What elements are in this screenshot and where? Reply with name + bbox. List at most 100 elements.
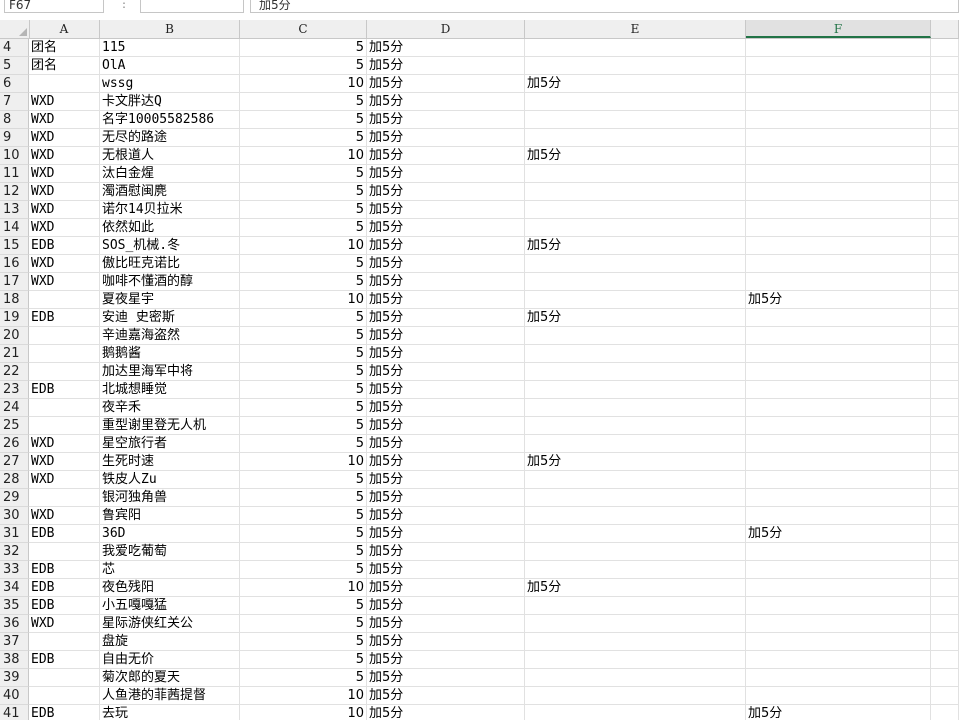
cell-c[interactable]: 5 [240,417,367,435]
cell-e[interactable] [525,327,746,345]
cell-a[interactable] [29,417,100,435]
cell-g[interactable] [931,93,959,111]
cell-d[interactable]: 加5分 [367,93,525,111]
cell-g[interactable] [931,543,959,561]
cell-e[interactable] [525,507,746,525]
cell-f[interactable] [746,435,931,453]
row-header[interactable]: 21 [0,345,29,363]
cell-e[interactable] [525,561,746,579]
cell-c[interactable]: 10 [240,705,367,720]
cell-f[interactable]: 加5分 [746,705,931,720]
cell-b[interactable]: 生死时速 [100,453,240,471]
row-header[interactable]: 22 [0,363,29,381]
cell-g[interactable] [931,633,959,651]
cell-c[interactable]: 10 [240,453,367,471]
cell-g[interactable] [931,507,959,525]
cell-e[interactable] [525,273,746,291]
cell-g[interactable] [931,219,959,237]
cell-f[interactable] [746,57,931,75]
column-header-c[interactable]: C [240,20,367,38]
row-header[interactable]: 34 [0,579,29,597]
cell-f[interactable] [746,471,931,489]
cell-b[interactable]: 铁皮人Zu [100,471,240,489]
cell-g[interactable] [931,453,959,471]
cell-c[interactable]: 10 [240,687,367,705]
cell-d[interactable]: 加5分 [367,237,525,255]
cell-c[interactable]: 5 [240,39,367,57]
cell-d[interactable]: 加5分 [367,183,525,201]
cell-a[interactable]: WXD [29,615,100,633]
cell-e[interactable] [525,345,746,363]
cell-d[interactable]: 加5分 [367,201,525,219]
cell-a[interactable]: EDB [29,597,100,615]
cell-c[interactable]: 10 [240,75,367,93]
cell-g[interactable] [931,165,959,183]
cell-e[interactable] [525,417,746,435]
cell-c[interactable]: 5 [240,165,367,183]
cell-c[interactable]: 5 [240,183,367,201]
column-header-a[interactable]: A [29,20,100,38]
cell-e[interactable] [525,111,746,129]
cell-g[interactable] [931,471,959,489]
cell-g[interactable] [931,435,959,453]
cell-b[interactable]: 夜色残阳 [100,579,240,597]
cell-b[interactable]: 傲比旺克诺比 [100,255,240,273]
cell-d[interactable]: 加5分 [367,147,525,165]
name-box-dropdown-icon[interactable]: ⋮ [118,0,130,10]
cell-f[interactable] [746,345,931,363]
row-header[interactable]: 15 [0,237,29,255]
row-header[interactable]: 39 [0,669,29,687]
cell-c[interactable]: 5 [240,399,367,417]
cell-a[interactable]: WXD [29,111,100,129]
cell-c[interactable]: 5 [240,435,367,453]
cell-e[interactable]: 加5分 [525,75,746,93]
cell-f[interactable] [746,219,931,237]
name-box[interactable]: F67 [4,0,104,13]
cell-f[interactable] [746,597,931,615]
cell-g[interactable] [931,57,959,75]
cell-c[interactable]: 5 [240,273,367,291]
cell-e[interactable] [525,57,746,75]
cell-c[interactable]: 5 [240,525,367,543]
cell-g[interactable] [931,417,959,435]
cell-c[interactable]: 10 [240,579,367,597]
row-header[interactable]: 27 [0,453,29,471]
cell-g[interactable] [931,273,959,291]
cell-d[interactable]: 加5分 [367,345,525,363]
cell-d[interactable]: 加5分 [367,669,525,687]
cell-c[interactable]: 5 [240,201,367,219]
cell-g[interactable] [931,309,959,327]
row-header[interactable]: 36 [0,615,29,633]
cell-c[interactable]: 10 [240,237,367,255]
cell-g[interactable] [931,669,959,687]
cell-b[interactable]: 重型谢里登无人机 [100,417,240,435]
column-header-d[interactable]: D [367,20,525,38]
cell-d[interactable]: 加5分 [367,453,525,471]
cell-b[interactable]: 去玩 [100,705,240,720]
cell-f[interactable] [746,651,931,669]
cell-c[interactable]: 5 [240,471,367,489]
cell-b[interactable]: 夏夜星宇 [100,291,240,309]
cell-f[interactable] [746,507,931,525]
cell-d[interactable]: 加5分 [367,489,525,507]
cell-g[interactable] [931,525,959,543]
cell-b[interactable]: 北城想睡觉 [100,381,240,399]
row-header[interactable]: 20 [0,327,29,345]
cell-b[interactable]: 芯 [100,561,240,579]
cell-d[interactable]: 加5分 [367,633,525,651]
cell-f[interactable] [746,237,931,255]
cell-b[interactable]: 人鱼港的菲茜提督 [100,687,240,705]
cell-c[interactable]: 5 [240,669,367,687]
cell-b[interactable]: 诺尔14贝拉米 [100,201,240,219]
row-header[interactable]: 28 [0,471,29,489]
cell-a[interactable]: WXD [29,93,100,111]
cell-g[interactable] [931,129,959,147]
select-all-button[interactable] [0,20,30,38]
cell-g[interactable] [931,381,959,399]
cell-e[interactable] [525,363,746,381]
cell-c[interactable]: 5 [240,57,367,75]
cell-g[interactable] [931,183,959,201]
cell-c[interactable]: 5 [240,363,367,381]
cell-b[interactable]: 盘旋 [100,633,240,651]
cell-a[interactable]: 团名 [29,57,100,75]
